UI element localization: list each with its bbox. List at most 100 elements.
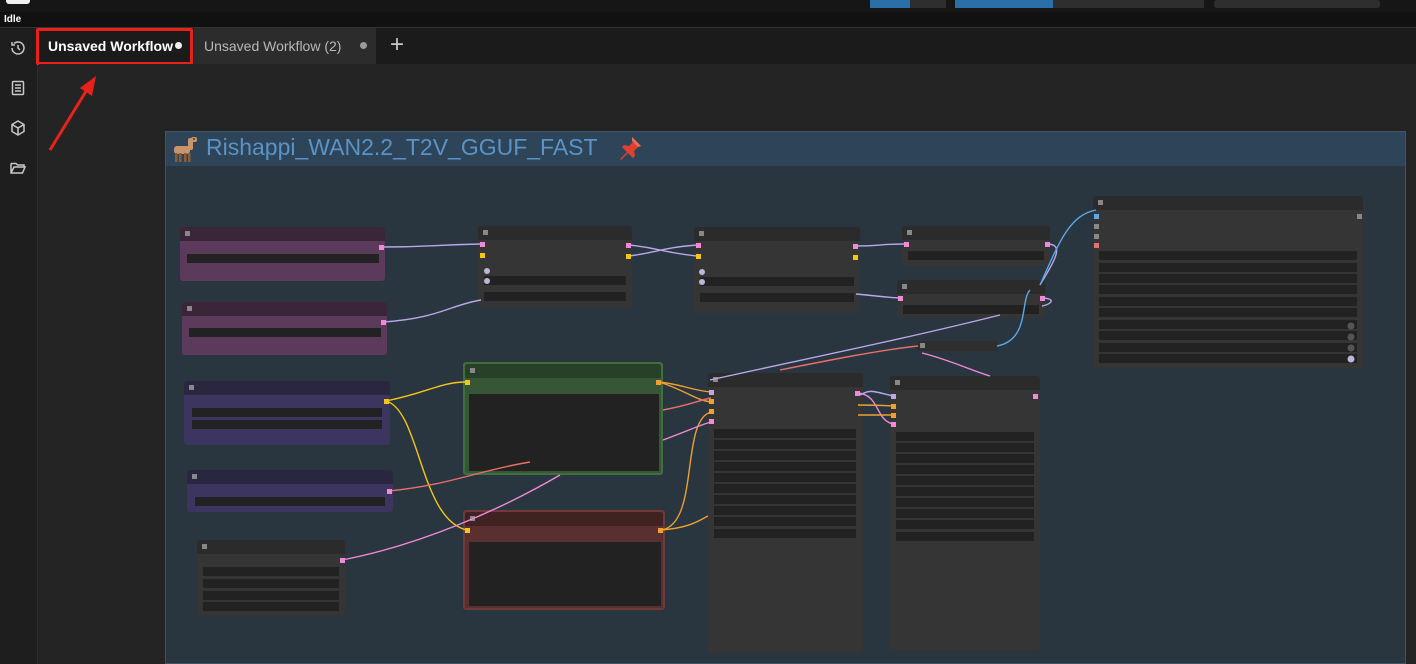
node-widget[interactable] (1099, 251, 1357, 260)
workflow-node[interactable] (197, 540, 345, 616)
run-button[interactable] (955, 0, 1053, 8)
workflow-node[interactable] (463, 510, 665, 610)
node-widget[interactable] (908, 251, 1044, 260)
collapse-dot-icon[interactable] (920, 343, 925, 348)
cube-icon[interactable] (9, 119, 27, 137)
tab-unsaved-workflow-2[interactable]: Unsaved Workflow (2) (194, 28, 376, 64)
add-tab-button[interactable]: + (386, 32, 408, 58)
collapse-dot-icon[interactable] (699, 231, 704, 236)
collapse-dot-icon[interactable] (907, 230, 912, 235)
collapse-dot-icon[interactable] (192, 474, 197, 479)
workflow-node[interactable] (1093, 196, 1363, 368)
node-header[interactable] (187, 470, 393, 484)
workflow-node[interactable] (187, 470, 393, 512)
node-widget[interactable] (203, 591, 339, 600)
node-header[interactable] (902, 226, 1050, 240)
collapse-dot-icon[interactable] (185, 231, 190, 236)
node-widget[interactable] (714, 517, 856, 526)
node-widget[interactable] (700, 277, 854, 286)
node-widget[interactable] (1099, 320, 1357, 329)
workflow-node[interactable] (694, 227, 860, 313)
node-header[interactable] (182, 302, 387, 316)
node-widget[interactable] (896, 454, 1034, 463)
node-widget[interactable] (896, 498, 1034, 507)
group-header[interactable]: Rishappi_WAN2.2_T2V_GGUF_FAST (166, 132, 1405, 166)
node-header[interactable] (180, 227, 385, 241)
node-header[interactable] (465, 364, 661, 378)
node-widget[interactable] (484, 292, 626, 301)
node-widget[interactable] (187, 254, 379, 263)
workflow-node[interactable] (890, 376, 1040, 650)
workflow-node[interactable] (478, 226, 632, 308)
node-widget[interactable] (714, 495, 856, 504)
node-widget[interactable] (1099, 263, 1357, 272)
workflow-node[interactable] (180, 227, 385, 281)
node-widget[interactable] (192, 408, 382, 417)
node-widget[interactable] (700, 293, 854, 302)
node-widget[interactable] (714, 451, 856, 460)
node-widget[interactable] (203, 567, 339, 576)
collapse-dot-icon[interactable] (895, 380, 900, 385)
node-widget[interactable] (1099, 308, 1357, 317)
node-widget[interactable] (189, 328, 381, 337)
reroute-node[interactable] (916, 341, 998, 351)
node-widget[interactable] (203, 579, 339, 588)
node-header[interactable] (897, 280, 1045, 294)
node-widget[interactable] (1099, 354, 1357, 363)
node-widget[interactable] (714, 462, 856, 471)
node-widget[interactable] (896, 509, 1034, 518)
history-icon[interactable] (9, 39, 27, 57)
folder-open-icon[interactable] (9, 159, 27, 177)
workflow-node[interactable] (902, 226, 1050, 266)
node-header[interactable] (890, 376, 1040, 390)
collapse-dot-icon[interactable] (470, 516, 475, 521)
node-widget[interactable] (714, 529, 856, 538)
node-header[interactable] (478, 226, 632, 240)
node-header[interactable] (465, 512, 663, 526)
app-logo[interactable] (6, 0, 30, 4)
node-widget[interactable] (1099, 297, 1357, 306)
node-widget[interactable] (903, 305, 1039, 314)
node-widget[interactable] (896, 532, 1034, 541)
workflow-node[interactable] (182, 302, 387, 355)
run-options-button[interactable] (1053, 0, 1204, 8)
node-widget[interactable] (195, 497, 385, 506)
node-widget[interactable] (714, 484, 856, 493)
workflow-node[interactable] (184, 381, 390, 445)
node-widget[interactable] (714, 506, 856, 515)
collapse-dot-icon[interactable] (470, 368, 475, 373)
workflow-node[interactable] (708, 373, 863, 653)
collapse-dot-icon[interactable] (483, 230, 488, 235)
node-widget[interactable] (192, 420, 382, 429)
node-widget[interactable] (896, 432, 1034, 441)
node-header[interactable] (1093, 196, 1363, 210)
node-widget[interactable] (1099, 285, 1357, 294)
collapse-dot-icon[interactable] (202, 544, 207, 549)
node-widget[interactable] (1099, 343, 1357, 352)
node-header[interactable] (184, 381, 390, 395)
collapse-dot-icon[interactable] (1098, 200, 1103, 205)
collapse-dot-icon[interactable] (713, 377, 718, 382)
top-right-control[interactable] (1214, 0, 1380, 8)
workflow-node[interactable] (897, 280, 1045, 318)
node-widget[interactable] (896, 476, 1034, 485)
node-widget[interactable] (714, 440, 856, 449)
node-widget[interactable] (896, 443, 1034, 452)
node-widget[interactable] (714, 473, 856, 482)
queue-button[interactable] (870, 0, 910, 8)
collapse-dot-icon[interactable] (902, 284, 907, 289)
node-widget[interactable] (484, 276, 626, 285)
collapse-dot-icon[interactable] (189, 385, 194, 390)
node-header[interactable] (197, 540, 345, 554)
node-header[interactable] (708, 373, 863, 387)
node-widget[interactable] (896, 465, 1034, 474)
workflow-node[interactable] (463, 362, 663, 475)
queue-options-button[interactable] (910, 0, 946, 8)
node-widget[interactable] (896, 487, 1034, 496)
node-widget[interactable] (714, 429, 856, 438)
node-widget[interactable] (896, 520, 1034, 529)
node-header[interactable] (694, 227, 860, 241)
document-icon[interactable] (9, 79, 27, 97)
node-widget[interactable] (1099, 331, 1357, 340)
collapse-dot-icon[interactable] (187, 306, 192, 311)
